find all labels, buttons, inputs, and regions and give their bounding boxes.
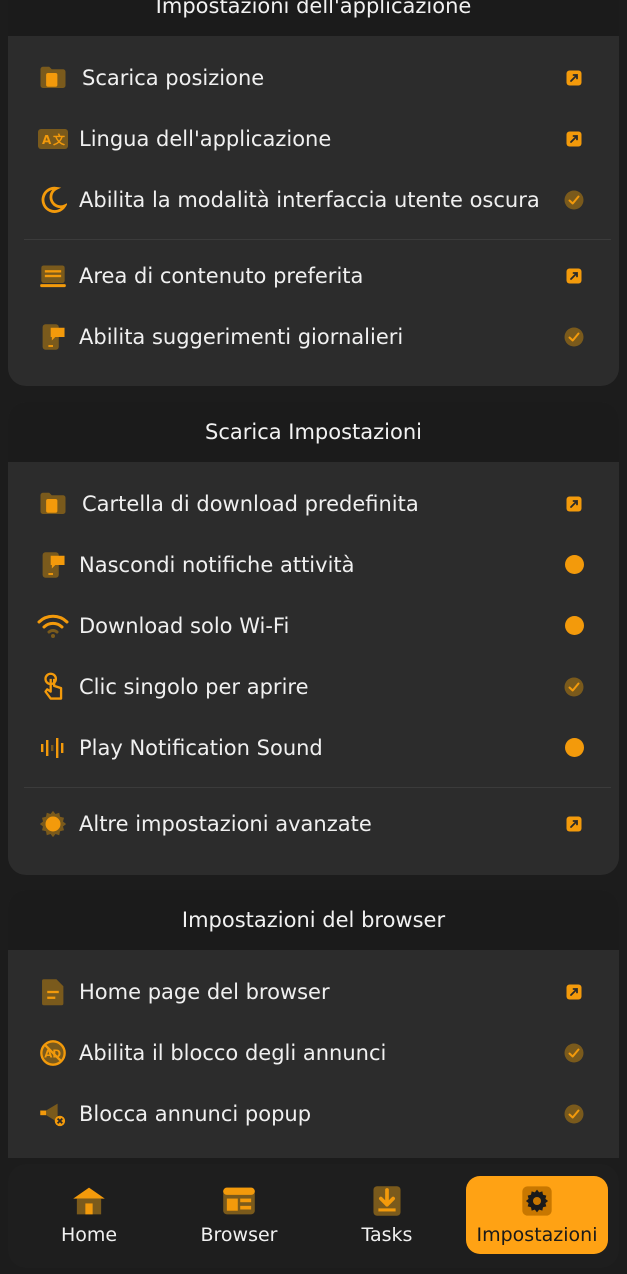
check-icon[interactable] — [563, 326, 585, 348]
toggle-dot[interactable] — [563, 737, 585, 759]
setting-app-language[interactable]: A 文 Lingua dell'applicazione — [8, 108, 619, 169]
folder-icon — [36, 61, 70, 95]
check-icon[interactable] — [563, 1042, 585, 1064]
download-tasks-icon — [369, 1184, 405, 1218]
setting-preferred-content-area[interactable]: Area di contenuto preferita — [8, 245, 619, 306]
edit-icon[interactable] — [563, 67, 585, 89]
toggle-dot[interactable] — [563, 615, 585, 637]
setting-label: Abilita suggerimenti giornalieri — [79, 324, 404, 349]
setting-advanced[interactable]: Altre impostazioni avanzate — [8, 793, 619, 854]
edit-icon[interactable] — [563, 493, 585, 515]
setting-label: Lingua dell'applicazione — [79, 126, 332, 151]
nav-label: Tasks — [361, 1224, 413, 1246]
svg-text:文: 文 — [53, 132, 66, 147]
phone-tips-icon — [36, 320, 70, 354]
section-divider — [24, 239, 611, 240]
setting-label: Altre impostazioni avanzate — [79, 811, 372, 836]
setting-hide-notifications[interactable]: Nascondi notifiche attività — [8, 534, 619, 595]
setting-dark-mode[interactable]: Abilita la modalità interfaccia utente o… — [8, 169, 619, 230]
edit-icon[interactable] — [563, 981, 585, 1003]
setting-label: Download solo Wi-Fi — [79, 613, 290, 638]
check-icon[interactable] — [563, 1103, 585, 1125]
setting-block-popups[interactable]: Blocca annunci popup — [8, 1083, 619, 1144]
wifi-icon — [36, 609, 70, 643]
edit-icon[interactable] — [563, 813, 585, 835]
setting-default-download-folder[interactable]: Cartella di download predefinita — [8, 473, 619, 534]
download-settings-header: Scarica Impostazioni — [8, 402, 619, 462]
app-settings-header: Impostazioni dell'applicazione — [8, 0, 619, 36]
nav-label: Home — [60, 1224, 118, 1246]
setting-label: Area di contenuto preferita — [79, 263, 364, 288]
nav-label: Impostazioni — [476, 1224, 598, 1246]
app-settings-card: Impostazioni dell'applicazione Scarica p… — [8, 0, 619, 386]
browser-settings-header: Impostazioni del browser — [8, 890, 619, 950]
translate-icon: A 文 — [36, 122, 70, 156]
section-divider — [24, 787, 611, 788]
setting-label: Abilita la modalità interfaccia utente o… — [79, 187, 540, 212]
setting-browser-home-page[interactable]: Home page del browser — [8, 961, 619, 1022]
browser-settings-card: Impostazioni del browser Home page del b… — [8, 890, 619, 1158]
setting-download-location[interactable]: Scarica posizione — [8, 47, 619, 108]
phone-notification-icon — [36, 548, 70, 582]
sound-wave-icon — [36, 731, 70, 765]
nav-settings[interactable]: Impostazioni — [466, 1176, 608, 1254]
nav-browser[interactable]: Browser — [168, 1176, 310, 1254]
megaphone-block-icon — [36, 1097, 70, 1131]
download-settings-card: Scarica Impostazioni Cartella di downloa… — [8, 402, 619, 875]
bottom-navigation: Home Browser Tasks Impostazioni — [8, 1164, 619, 1268]
setting-single-click-open[interactable]: Clic singolo per aprire — [8, 656, 619, 717]
gear-icon — [36, 807, 70, 841]
document-icon — [36, 975, 70, 1009]
setting-label: Nascondi notifiche attività — [79, 552, 355, 577]
home-icon — [71, 1184, 107, 1218]
browser-icon — [221, 1184, 257, 1218]
edit-icon[interactable] — [563, 265, 585, 287]
svg-text:A: A — [42, 133, 52, 147]
setting-notification-sound[interactable]: Play Notification Sound — [8, 717, 619, 778]
check-icon[interactable] — [563, 189, 585, 211]
folder-icon — [36, 487, 70, 521]
nav-label: Browser — [200, 1224, 278, 1246]
setting-ad-block[interactable]: AD Abilita il blocco degli annunci — [8, 1022, 619, 1083]
setting-label: Clic singolo per aprire — [79, 674, 309, 699]
setting-label: Abilita il blocco degli annunci — [79, 1040, 387, 1065]
nav-tasks[interactable]: Tasks — [316, 1176, 458, 1254]
setting-label: Cartella di download predefinita — [82, 491, 419, 516]
setting-label: Blocca annunci popup — [79, 1101, 312, 1126]
check-icon[interactable] — [563, 676, 585, 698]
setting-label: Scarica posizione — [82, 65, 265, 90]
moon-icon — [36, 183, 70, 217]
content-area-icon — [36, 259, 70, 293]
setting-wifi-only[interactable]: Download solo Wi-Fi — [8, 595, 619, 656]
setting-label: Home page del browser — [79, 979, 330, 1004]
gear-icon — [519, 1184, 555, 1218]
edit-icon[interactable] — [563, 128, 585, 150]
toggle-dot[interactable] — [563, 554, 585, 576]
setting-label: Play Notification Sound — [79, 735, 323, 760]
setting-daily-tips[interactable]: Abilita suggerimenti giornalieri — [8, 306, 619, 367]
tap-icon — [36, 670, 70, 704]
nav-home[interactable]: Home — [18, 1176, 160, 1254]
ad-block-icon: AD — [36, 1036, 70, 1070]
